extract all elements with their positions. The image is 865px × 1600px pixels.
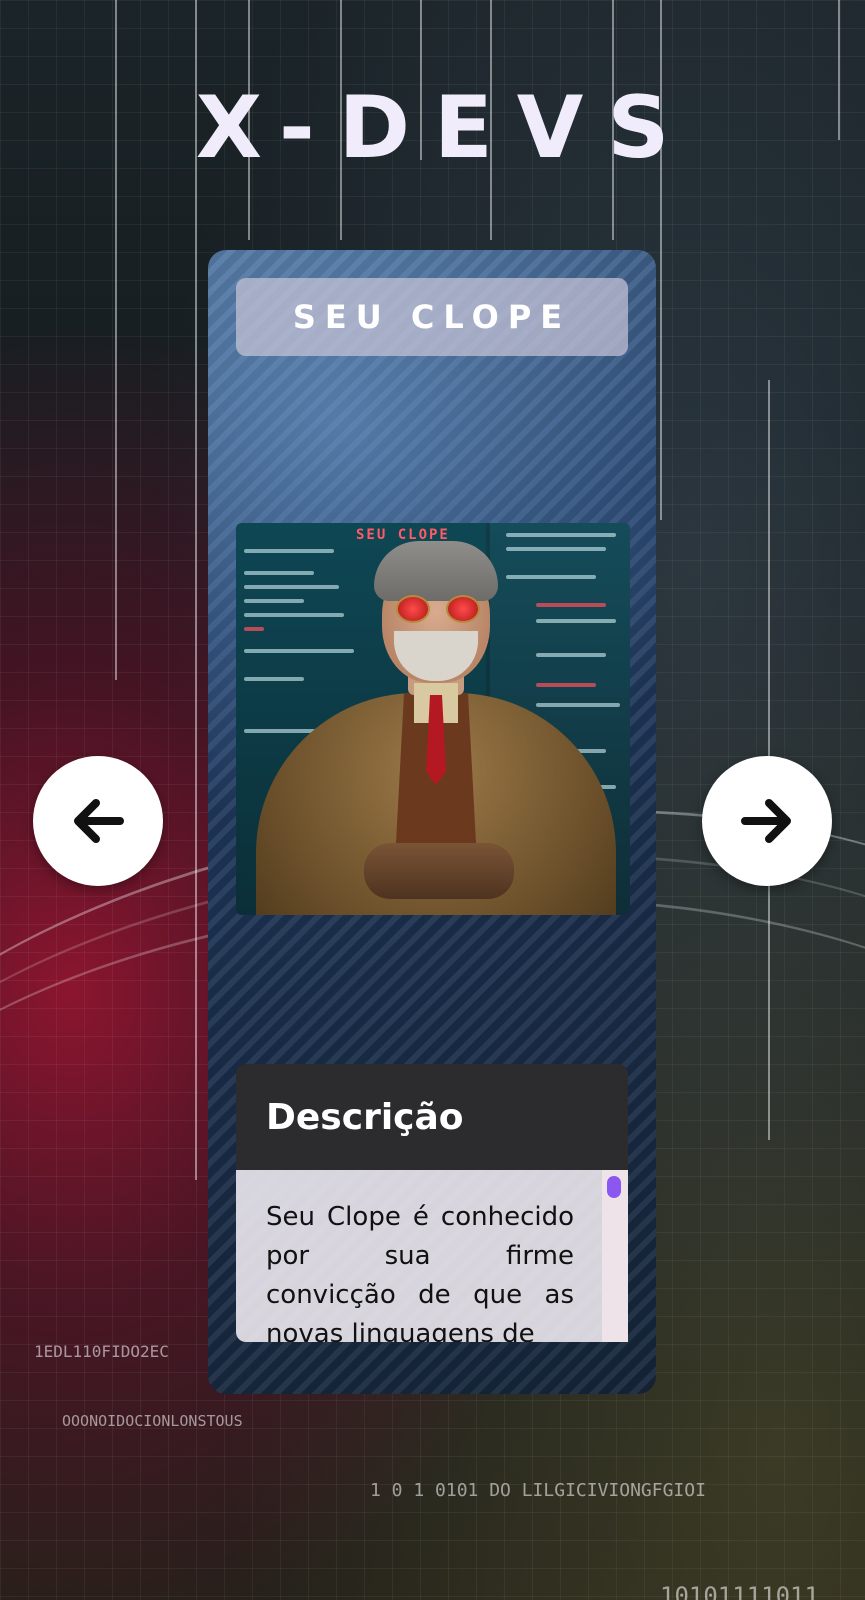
character-name: SEU CLOPE (292, 298, 572, 336)
description-scrollbar[interactable] (602, 1170, 628, 1342)
character-hair (374, 541, 498, 601)
red-glasses-icon (396, 595, 430, 623)
code-line (244, 677, 304, 681)
code-line (536, 603, 606, 607)
code-line (244, 599, 304, 603)
code-line (244, 613, 344, 617)
code-line (244, 549, 334, 553)
background-binary-text: 10101111011 (660, 1582, 819, 1600)
code-line (536, 619, 616, 623)
character-portrait: SEU CLOPE (236, 523, 630, 915)
code-line (536, 703, 620, 707)
red-glasses-icon (446, 595, 480, 623)
description-panel[interactable]: Seu Clope é conhecido por sua firme conv… (236, 1170, 628, 1342)
code-line (536, 653, 606, 657)
code-line (506, 547, 606, 551)
description-title: Descrição (266, 1096, 464, 1138)
scrollbar-thumb[interactable] (607, 1176, 621, 1198)
code-line (244, 649, 354, 653)
character-card: SEU CLOPE SEU CLOPE Descrição Seu Clope … (208, 250, 656, 1394)
code-line (244, 585, 339, 589)
code-line (536, 683, 596, 687)
code-line (506, 575, 596, 579)
arrow-right-icon (741, 799, 791, 843)
code-line (244, 571, 314, 575)
background-binary-text: OOONOIDOCIONLONSTOUS (62, 1412, 243, 1430)
next-button[interactable] (702, 756, 832, 886)
character-hands (364, 843, 514, 899)
description-text: Seu Clope é conhecido por sua firme conv… (266, 1202, 574, 1342)
description-header: Descrição (236, 1064, 628, 1170)
arrow-left-icon (74, 799, 124, 843)
previous-button[interactable] (33, 756, 163, 886)
code-line (506, 533, 616, 537)
app-title: X-DEVS (195, 78, 694, 178)
background-binary-text: 1EDL110FIDO2EC (34, 1342, 169, 1361)
card-title-bar: SEU CLOPE (236, 278, 628, 356)
background-binary-text: 1 0 1 0101 DO LILGICIVIONGFGIOI (370, 1480, 706, 1501)
code-line (244, 627, 264, 631)
